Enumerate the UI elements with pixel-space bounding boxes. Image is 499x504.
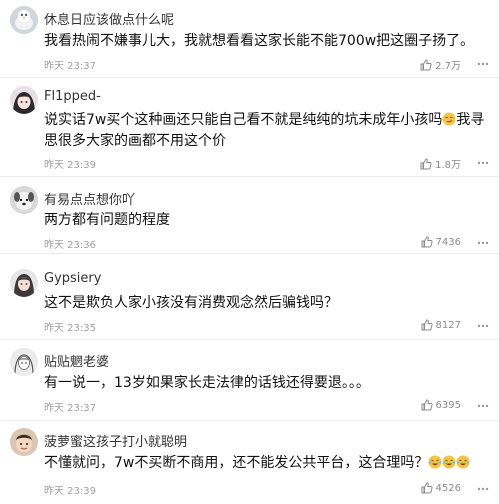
comment-time: 昨天 23:37 xyxy=(44,403,96,414)
smirk-emoji-icon xyxy=(442,112,456,126)
anime-avatar-icon xyxy=(10,86,38,114)
user-avatar[interactable] xyxy=(10,6,38,34)
comment-text: 这不是欺负人家小孩没有消费观念然后骗钱吗？ xyxy=(44,295,338,311)
laugh-cry-emoji-icon xyxy=(442,455,456,469)
more-options-icon[interactable] xyxy=(477,58,489,70)
comment-text-main: 说实话7w买个这种画还只能自己看不就是纯纯的坑未成年小孩吗 xyxy=(44,112,443,128)
comment-list: 休息日应该做点什么呢 我看热闹不嫌事儿大，我就想看看这家长能不能700w把这圈子… xyxy=(0,0,499,504)
user-avatar[interactable] xyxy=(10,428,38,456)
like-button[interactable]: 8127 xyxy=(421,319,461,331)
comment-text: 有一说一，13岁如果家长走法律的话钱还得要退。。。 xyxy=(44,375,370,391)
thumbs-up-icon xyxy=(421,482,433,494)
like-count: 2.7万 xyxy=(435,61,461,72)
like-button[interactable]: 6395 xyxy=(421,399,461,411)
user-name[interactable]: 有易点点想你吖 xyxy=(44,189,135,208)
comment-item: 贴贴魍老婆 有一说一，13岁如果家长走法律的话钱还得要退。。。 昨天 23:37… xyxy=(0,341,499,421)
more-options-icon[interactable] xyxy=(477,237,489,249)
sketch-avatar-icon xyxy=(10,348,38,376)
user-name[interactable]: 贴贴魍老婆 xyxy=(44,351,109,370)
user-name[interactable]: Fl1pped- xyxy=(44,89,101,104)
thumbs-up-icon xyxy=(421,236,433,248)
laugh-cry-emoji-icon xyxy=(456,455,470,469)
like-button[interactable]: 1.8万 xyxy=(420,156,461,171)
comment-time: 昨天 23:39 xyxy=(44,486,96,497)
user-avatar[interactable] xyxy=(10,348,38,376)
comment-text: 两方都有问题的程度 xyxy=(44,212,170,228)
like-count: 7436 xyxy=(435,236,461,248)
thumbs-up-icon xyxy=(421,399,433,411)
more-options-icon[interactable] xyxy=(477,320,489,332)
comment-time: 昨天 23:35 xyxy=(44,323,96,334)
kid-avatar-icon xyxy=(10,428,38,456)
dog-avatar-icon xyxy=(10,186,38,214)
bird-avatar-icon xyxy=(10,6,38,34)
like-count: 6395 xyxy=(435,399,461,411)
comment-text: 我看热闹不嫌事儿大，我就想看看这家长能不能700w把这圈子扬了。 xyxy=(44,33,475,49)
user-avatar[interactable] xyxy=(10,186,38,214)
comment-item: 菠萝蜜这孩子打小就聪明 不懂就问，7w不买断不商用，还不能发公共平台，这合理吗？… xyxy=(0,422,499,504)
like-button[interactable]: 4526 xyxy=(421,482,461,494)
like-count: 4526 xyxy=(435,482,461,494)
like-count: 1.8万 xyxy=(435,160,461,171)
thumbs-up-icon xyxy=(421,319,433,331)
comment-item: 有易点点想你吖 两方都有问题的程度 昨天 23:36 7436 xyxy=(0,178,499,254)
user-avatar[interactable] xyxy=(10,269,38,297)
comment-time: 昨天 23:36 xyxy=(44,240,96,251)
comment-text: 说实话7w买个这种画还只能自己看不就是纯纯的坑未成年小孩吗 我寻思很多大家的画都不… xyxy=(44,110,489,152)
comment-time: 昨天 23:37 xyxy=(44,61,96,72)
thumbs-up-icon xyxy=(420,157,432,169)
user-name[interactable]: 休息日应该做点什么呢 xyxy=(44,9,174,28)
like-button[interactable]: 2.7万 xyxy=(420,57,461,72)
laugh-cry-emoji-icon xyxy=(428,455,442,469)
user-name[interactable]: 菠萝蜜这孩子打小就聪明 xyxy=(44,431,187,450)
comment-item: Gypsiery 这不是欺负人家小孩没有消费观念然后骗钱吗？ 昨天 23:35 … xyxy=(0,255,499,340)
user-name[interactable]: Gypsiery xyxy=(44,271,101,286)
more-options-icon[interactable] xyxy=(477,483,489,495)
girl-avatar-icon xyxy=(10,269,38,297)
user-avatar[interactable] xyxy=(10,86,38,114)
laugh-cry-emoji-group xyxy=(428,455,470,471)
comment-text-main: 不懂就问，7w不买断不商用，还不能发公共平台，这合理吗？ xyxy=(44,455,429,471)
comment-item: 休息日应该做点什么呢 我看热闹不嫌事儿大，我就想看看这家长能不能700w把这圈子… xyxy=(0,0,499,78)
comment-text: 不懂就问，7w不买断不商用，还不能发公共平台，这合理吗？ xyxy=(44,453,489,474)
more-options-icon[interactable] xyxy=(477,400,489,412)
comment-item: Fl1pped- 说实话7w买个这种画还只能自己看不就是纯纯的坑未成年小孩吗 我寻… xyxy=(0,79,499,177)
thumbs-up-icon xyxy=(420,58,432,70)
like-button[interactable]: 7436 xyxy=(421,236,461,248)
comment-time: 昨天 23:39 xyxy=(44,160,96,171)
more-options-icon[interactable] xyxy=(477,157,489,169)
like-count: 8127 xyxy=(435,319,461,331)
